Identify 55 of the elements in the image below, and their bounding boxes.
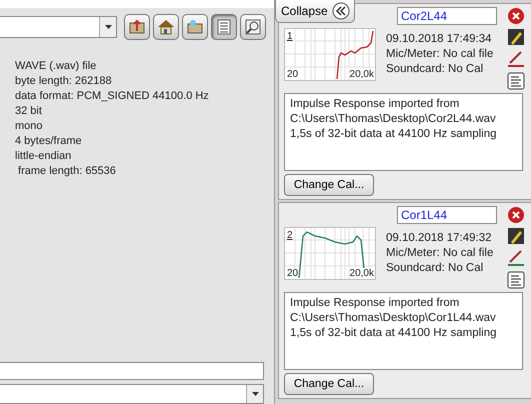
file-info-line: 32 bit xyxy=(15,105,43,117)
new-folder-icon xyxy=(188,20,202,34)
measurement-name-field[interactable]: Cor1L44 xyxy=(397,206,497,224)
toolbar-button[interactable] xyxy=(153,14,179,40)
magnifier-icon xyxy=(246,20,260,34)
file-info-line: data format: PCM_SIGNED 44100.0 Hz xyxy=(15,90,210,102)
pen-line-icon[interactable] xyxy=(507,249,525,267)
notes-line: C:\Users\Thomas\Desktop\Cor2L44.wav xyxy=(290,113,497,125)
toolbar-button[interactable] xyxy=(124,14,150,40)
double-chevron-icon xyxy=(332,2,350,20)
toolbar-button[interactable] xyxy=(182,14,208,40)
file-info-line: little-endian xyxy=(15,150,72,162)
file-name-field[interactable] xyxy=(0,362,264,380)
axis-label: 20 xyxy=(287,69,298,80)
edit-pencil-icon[interactable] xyxy=(507,227,525,245)
pen-line-icon[interactable] xyxy=(507,50,525,68)
graph-index-label: 1 xyxy=(287,31,293,42)
file-info-line: byte length: 262188 xyxy=(15,75,113,87)
notes-line: C:\Users\Thomas\Desktop\Cor1L44.wav xyxy=(290,312,497,324)
dropdown-caret-icon[interactable] xyxy=(252,392,258,396)
file-info-line: mono xyxy=(15,120,44,132)
home-icon xyxy=(158,20,174,34)
notes-line: Impulse Response imported from xyxy=(290,98,460,110)
notes-box[interactable]: Impulse Response imported from C:\Users\Thomas\Desktop\Cor2L44.wav 1,5s of 32-bit data at 44100 Hz sampling xyxy=(284,93,523,171)
notes-line: 1,5s of 32-bit data at 44100 Hz sampling xyxy=(290,128,498,140)
document-icon[interactable] xyxy=(507,271,525,289)
soundcard-cal-status: Soundcard: No Cal xyxy=(386,262,484,274)
soundcard-cal-status: Soundcard: No Cal xyxy=(386,63,484,75)
file-info-line: frame length: 65536 xyxy=(17,165,117,177)
mic-cal-status: Mic/Meter: No cal file xyxy=(386,247,494,259)
measurement-name-field[interactable]: Cor2L44 xyxy=(397,7,497,25)
list-view-icon xyxy=(218,20,230,34)
file-info-line: WAVE (.wav) file xyxy=(15,60,98,72)
document-icon[interactable] xyxy=(507,72,525,90)
close-icon[interactable] xyxy=(507,7,525,25)
change-cal-button[interactable]: Change Cal... xyxy=(284,373,374,395)
measurement-date: 09.10.2018 17:49:32 xyxy=(386,232,493,244)
notes-line: Impulse Response imported from xyxy=(290,297,460,309)
folder-up-icon xyxy=(130,20,144,34)
mic-cal-status: Mic/Meter: No cal file xyxy=(386,48,494,60)
axis-label: 20 xyxy=(287,268,298,279)
axis-label: 20,0k xyxy=(350,268,374,279)
notes-box[interactable]: Impulse Response imported from C:\Users\Thomas\Desktop\Cor1L44.wav 1,5s of 32-bit data at 44100 Hz sampling xyxy=(284,292,523,370)
axis-label: 20,0k xyxy=(350,69,374,80)
file-info-line: 4 bytes/frame xyxy=(15,135,83,147)
close-icon[interactable] xyxy=(507,206,525,224)
edit-pencil-icon[interactable] xyxy=(507,28,525,46)
graph-index-label: 2 xyxy=(287,230,293,241)
measurement-date: 09.10.2018 17:49:34 xyxy=(386,33,493,45)
dropdown-caret-icon[interactable] xyxy=(104,25,112,29)
collapse-button[interactable]: Collapse xyxy=(275,0,355,23)
change-cal-button[interactable]: Change Cal... xyxy=(284,174,374,196)
toolbar-button[interactable] xyxy=(240,14,266,40)
toolbar-button[interactable] xyxy=(211,14,237,40)
notes-line: 1,5s of 32-bit data at 44100 Hz sampling xyxy=(290,327,498,339)
